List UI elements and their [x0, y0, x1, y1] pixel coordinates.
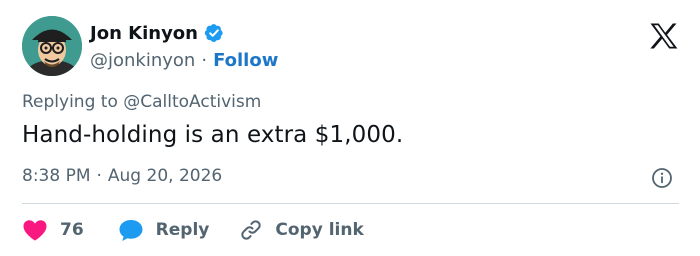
link-icon: [241, 220, 262, 240]
tweet-date: Aug 20, 2026: [107, 166, 223, 186]
author-handle-row: @jonkinyon · Follow: [90, 48, 278, 72]
reply-label: Reply: [155, 220, 210, 240]
replying-to-line[interactable]: Replying to @CalltoActivism: [22, 92, 261, 112]
author-handle[interactable]: @jonkinyon: [90, 50, 195, 71]
heart-icon: [23, 220, 47, 241]
info-icon[interactable]: [651, 167, 673, 189]
handle-separator: ·: [201, 49, 208, 71]
like-button[interactable]: 76: [22, 219, 118, 241]
timestamp-separator: ·: [96, 166, 102, 186]
reply-bubble-icon: [119, 220, 143, 241]
author-display-name[interactable]: Jon Kinyon: [90, 23, 198, 44]
tweet-actions: 76 Reply Copy link: [22, 216, 364, 244]
x-logo-icon[interactable]: [649, 22, 679, 50]
actions-divider: [22, 203, 679, 204]
tweet-text: Hand-holding is an extra $1,000.: [22, 122, 404, 148]
author-name-row: Jon Kinyon: [90, 20, 224, 46]
verified-badge-icon: [204, 23, 224, 43]
follow-button[interactable]: Follow: [213, 50, 278, 71]
avatar[interactable]: [22, 16, 82, 76]
avatar-illustration: [22, 16, 82, 76]
reply-button[interactable]: Reply: [118, 218, 240, 242]
copy-link-label: Copy link: [275, 220, 364, 240]
tweet-timestamp[interactable]: 8:38 PM · Aug 20, 2026: [22, 166, 222, 186]
likes-count: 76: [60, 220, 84, 240]
copy-link-button[interactable]: Copy link: [239, 218, 364, 242]
tweet-time: 8:38 PM: [22, 166, 91, 186]
